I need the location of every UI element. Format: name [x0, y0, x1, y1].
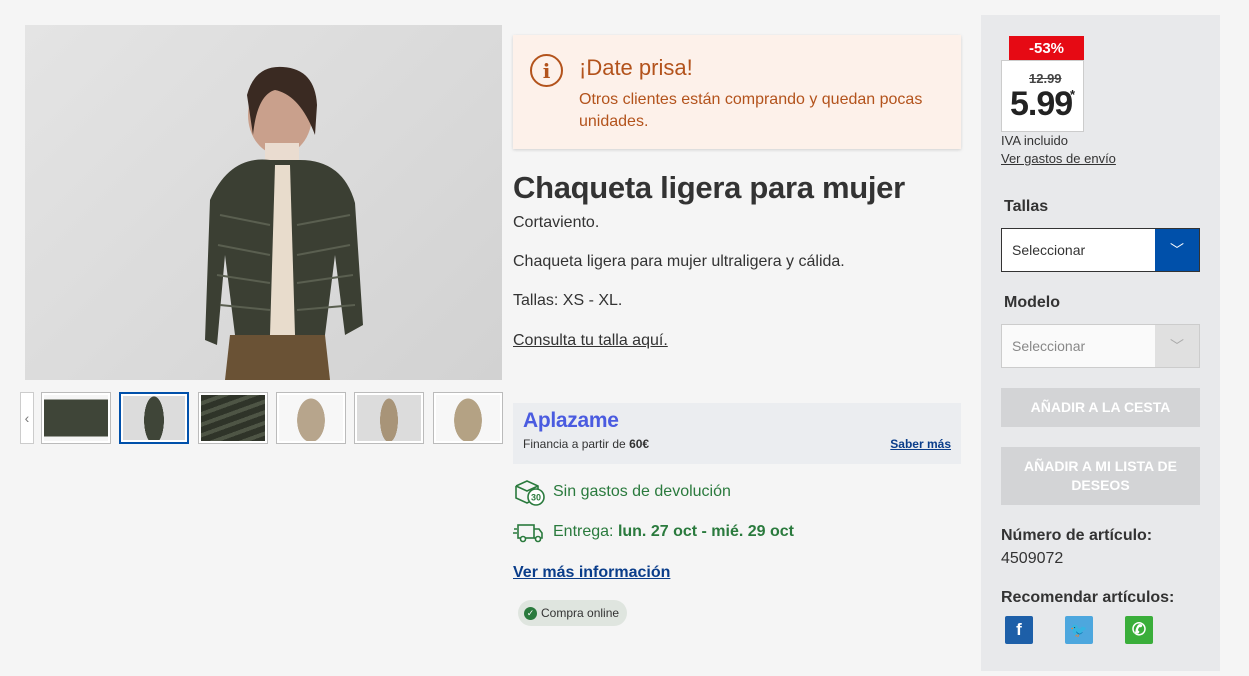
thumbnail-strip: ‹	[20, 392, 505, 446]
product-main-image[interactable]	[25, 25, 502, 380]
chevron-down-icon: ﹀	[1155, 325, 1199, 367]
delivery-label: Entrega:	[553, 523, 614, 540]
whatsapp-icon[interactable]: ✆	[1125, 616, 1153, 644]
chevron-down-icon[interactable]: ﹀	[1155, 229, 1199, 271]
product-desc-1: Cortaviento.	[513, 214, 600, 231]
delivery-dates: lun. 27 oct - mié. 29 oct	[617, 523, 794, 540]
thumbnail-1[interactable]	[41, 392, 111, 444]
financing-text: Financia a partir de 60€	[523, 437, 650, 451]
add-to-cart-button[interactable]: AÑADIR A LA CESTA	[1001, 388, 1200, 427]
more-info-link[interactable]: Ver más información	[513, 564, 670, 582]
shipping-costs-link[interactable]: Ver gastos de envío	[1001, 151, 1116, 166]
product-title: Chaqueta ligera para mujer	[513, 170, 905, 205]
twitter-icon[interactable]: 🐦	[1065, 616, 1093, 644]
article-number: 4509072	[1001, 550, 1064, 567]
thumbnail-5[interactable]	[354, 392, 424, 444]
box-return-30-icon: 30	[515, 480, 545, 506]
size-select-value: Seleccionar	[1012, 242, 1086, 258]
old-price: 12.99	[1029, 71, 1062, 86]
size-select[interactable]: Seleccionar ﹀	[1001, 228, 1200, 272]
model-select[interactable]: Seleccionar ﹀	[1001, 324, 1200, 368]
thumbnail-4[interactable]	[276, 392, 346, 444]
current-price: 5.99	[1010, 85, 1073, 123]
facebook-icon[interactable]: f	[1005, 616, 1033, 644]
svg-text:30: 30	[531, 493, 541, 503]
thumbnail-6[interactable]	[433, 392, 503, 444]
price-footnote-mark: *	[1070, 87, 1076, 102]
product-desc-3: Tallas: XS - XL.	[513, 292, 623, 309]
delivery-feature: Entrega: lun. 27 oct - mié. 29 oct	[513, 518, 794, 546]
discount-badge: -53%	[1009, 36, 1084, 60]
thumbnail-3[interactable]	[198, 392, 268, 444]
urgency-banner: i ¡Date prisa! Otros clientes están comp…	[513, 35, 961, 149]
financing-box: Aplazame Financia a partir de 60€ Saber …	[513, 403, 961, 464]
chevron-left-icon: ‹	[24, 410, 30, 426]
article-number-label: Número de artículo:	[1001, 527, 1153, 544]
online-purchase-badge: ✓ Compra online	[518, 600, 628, 626]
urgency-title: ¡Date prisa!	[579, 55, 693, 80]
returns-feature: 30 Sin gastos de devolución	[513, 478, 731, 506]
returns-text: Sin gastos de devolución	[553, 483, 731, 500]
thumbnail-prev-button[interactable]: ‹	[20, 392, 34, 444]
recommend-label: Recomendar artículos:	[1001, 589, 1175, 606]
product-desc-2: Chaqueta ligera para mujer ultraligera y…	[513, 253, 845, 270]
financing-more-link[interactable]: Saber más	[890, 437, 951, 451]
urgency-message: Otros clientes están comprando y quedan …	[579, 91, 923, 130]
vat-note: IVA incluido	[1001, 133, 1068, 148]
check-icon: ✓	[524, 606, 537, 620]
size-label: Tallas	[1004, 198, 1049, 215]
aplazame-logo: Aplazame	[523, 409, 619, 432]
purchase-panel: -53% 12.99 5.99 * IVA incluido Ver gasto…	[981, 15, 1220, 671]
thumbnail-2[interactable]	[119, 392, 189, 444]
info-icon: i	[530, 54, 563, 87]
model-label: Modelo	[1004, 294, 1060, 311]
delivery-truck-icon	[513, 524, 543, 543]
price-box: 12.99 5.99 *	[1001, 60, 1084, 132]
size-guide-link[interactable]: Consulta tu talla aquí.	[513, 332, 668, 350]
online-badge-text: Compra online	[541, 606, 620, 620]
add-to-wishlist-button[interactable]: AÑADIR A MI LISTA DE DESEOS	[1001, 447, 1200, 505]
model-select-value: Seleccionar	[1012, 338, 1086, 354]
